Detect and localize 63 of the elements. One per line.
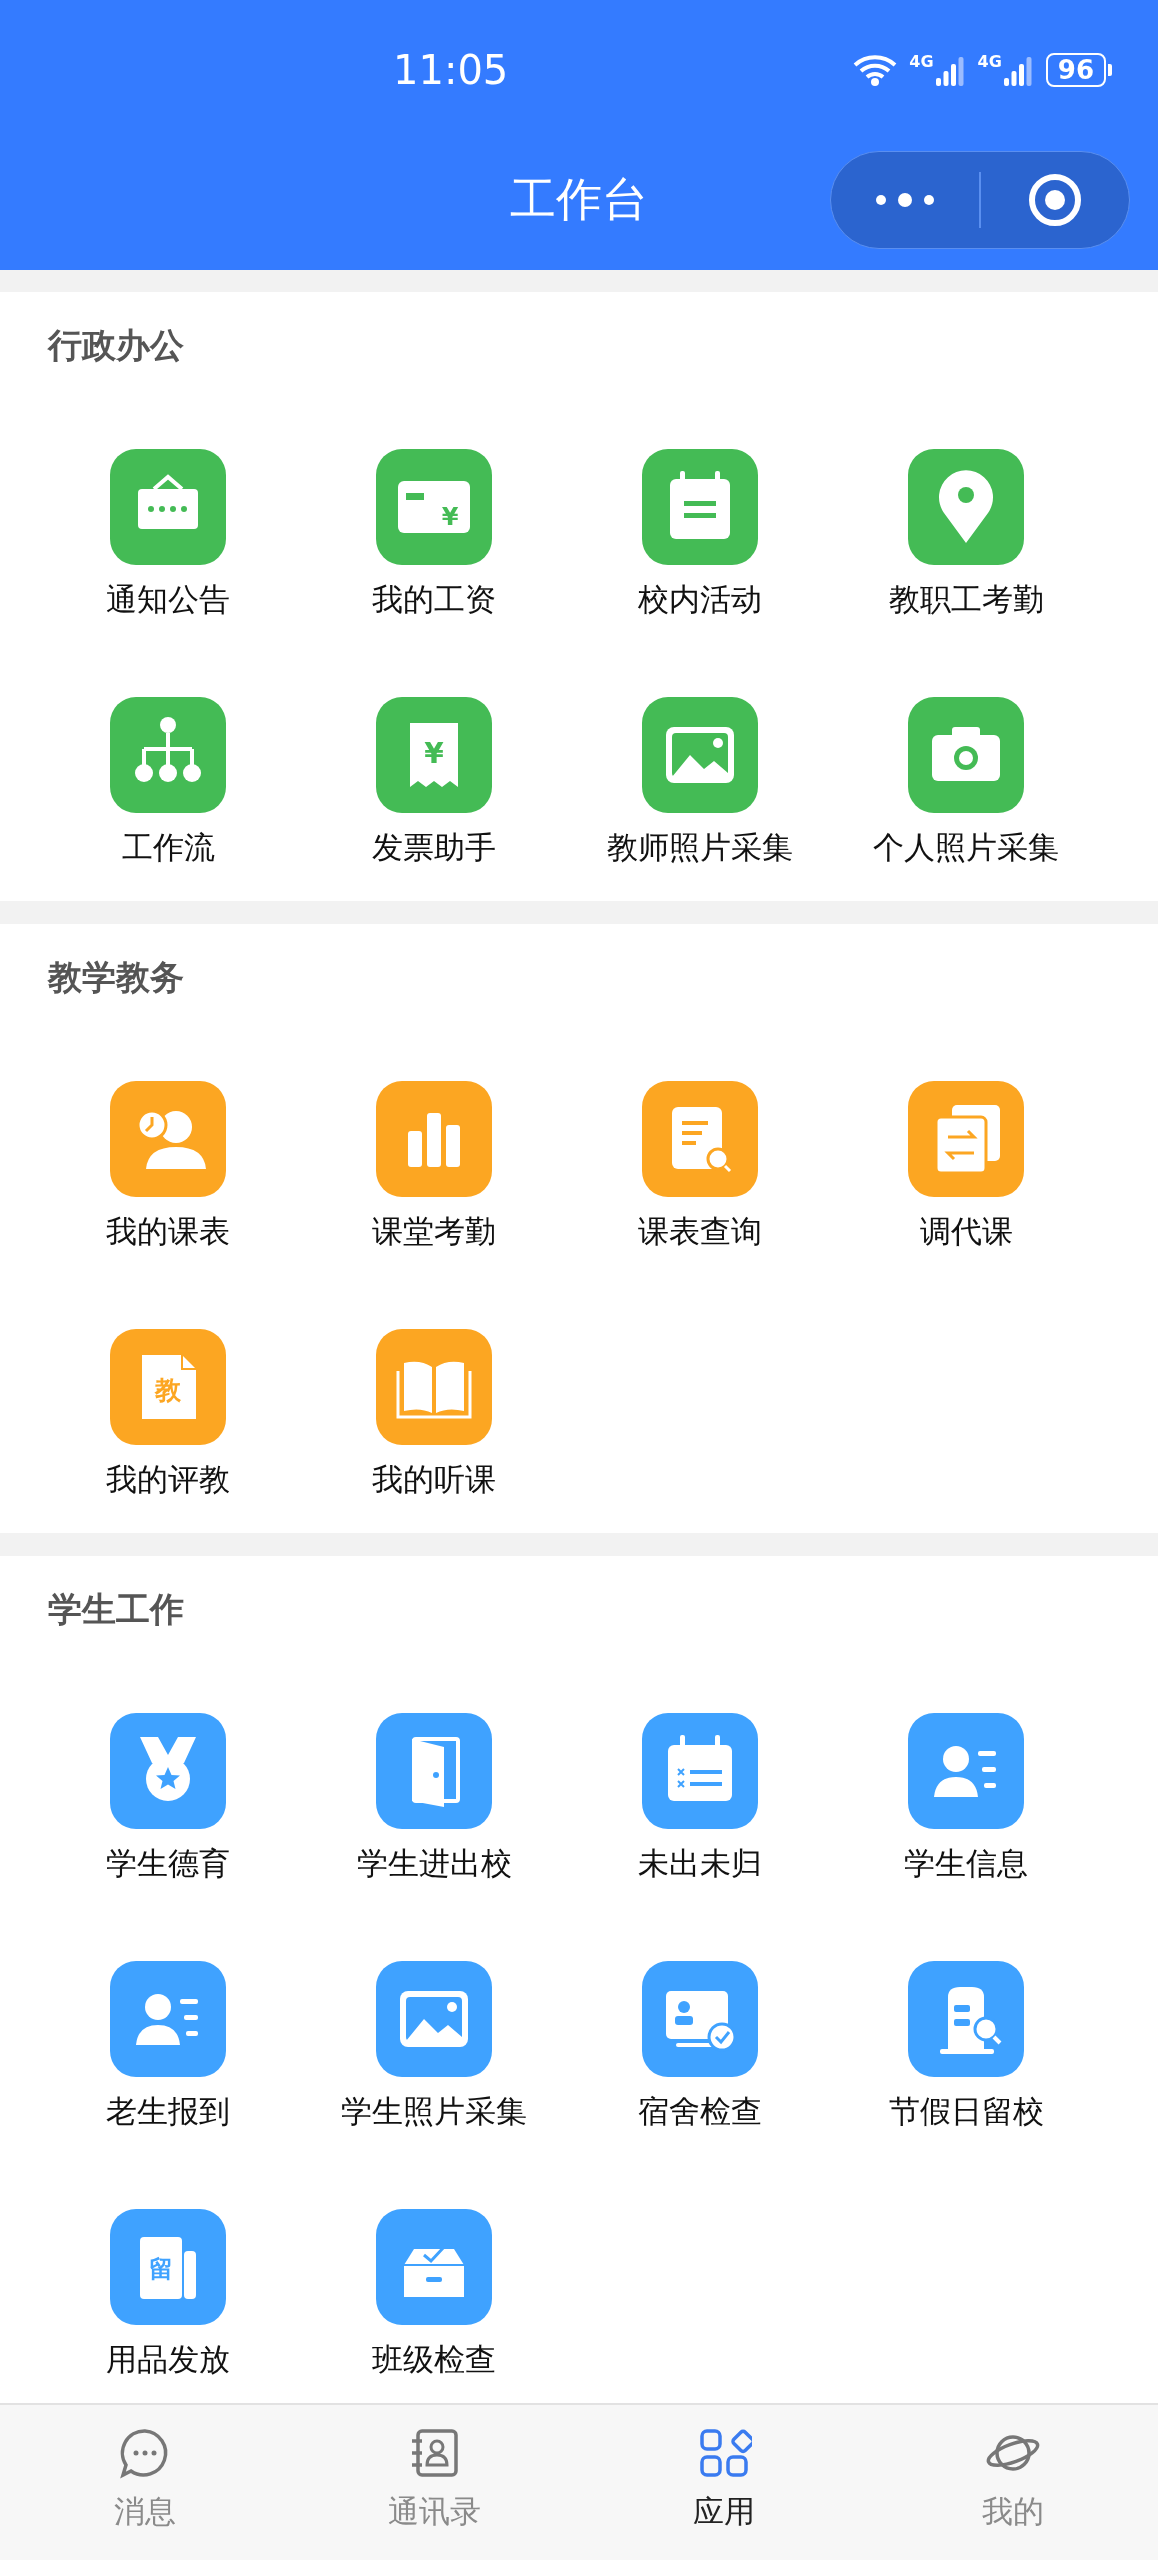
calendar-icon xyxy=(670,471,730,539)
app-button[interactable]: ¥ 发票助手 xyxy=(301,697,567,865)
image-icon xyxy=(666,727,734,783)
app-button[interactable]: 学生信息 xyxy=(833,1713,1099,1881)
door-icon xyxy=(412,1737,460,1807)
app-button[interactable]: 我的听课 xyxy=(301,1329,567,1497)
app-button[interactable]: 课表查询 xyxy=(567,1081,833,1249)
app-button[interactable]: 校内活动 xyxy=(567,449,833,617)
network-type: 4G xyxy=(977,54,1002,70)
app-button[interactable]: 个人照片采集 xyxy=(833,697,1099,865)
bar-chart-icon xyxy=(408,1113,460,1167)
app-button[interactable]: 我的课表 xyxy=(35,1081,301,1249)
section-title: 教学教务 xyxy=(46,956,185,999)
document-icon xyxy=(142,1354,197,1419)
org-chart-icon xyxy=(135,717,201,782)
swap-documents-icon xyxy=(934,1105,1000,1175)
person-icon xyxy=(136,1109,206,1169)
app-button[interactable]: 宿舍检查 xyxy=(567,1961,833,2129)
app-button[interactable]: 节假日留校 xyxy=(833,1961,1099,2129)
receipt-icon xyxy=(410,723,458,787)
status-time: 11:05 xyxy=(393,47,509,93)
signal-icon xyxy=(1003,54,1034,86)
tab-item[interactable]: 应用 xyxy=(579,2405,869,2560)
section-title: 学生工作 xyxy=(47,1588,185,1631)
app-button[interactable]: ¥ 我的工资 xyxy=(301,449,567,617)
app-button[interactable]: 通知公告 xyxy=(35,449,301,617)
target-icon xyxy=(1026,172,1083,228)
app-button[interactable]: 教 我的评教 xyxy=(35,1329,301,1497)
app-button[interactable]: 留 用品发放 xyxy=(35,2209,301,2377)
camera-icon xyxy=(932,727,1000,781)
map-pin-icon xyxy=(939,470,993,543)
app-button[interactable]: 老生报到 xyxy=(35,1961,301,2129)
app-button[interactable]: 工作流 xyxy=(35,697,301,865)
app-button[interactable]: 班级检查 xyxy=(301,2209,567,2377)
app-button[interactable]: 教师照片采集 xyxy=(567,697,833,865)
app-button[interactable]: 教职工考勤 xyxy=(833,449,1099,617)
image-icon xyxy=(400,1991,468,2047)
icon-character: ¥ xyxy=(424,737,444,770)
icon-character: 教 xyxy=(155,1375,181,1405)
document-search-icon xyxy=(672,1107,732,1173)
icon-character: ¥ xyxy=(441,503,459,531)
app-button[interactable]: 学生德育 xyxy=(35,1713,301,1881)
app-button[interactable]: 课堂考勤 xyxy=(301,1081,567,1249)
icon-character: 留 xyxy=(149,2255,173,2283)
signboard-icon xyxy=(138,474,198,529)
card-icon xyxy=(140,2237,196,2299)
book-icon xyxy=(396,1361,472,1419)
contact-card-icon xyxy=(934,1746,996,1797)
section-title: 行政办公 xyxy=(46,324,185,367)
wifi-icon xyxy=(853,53,898,87)
page-title: 工作台 xyxy=(510,171,648,228)
contact-card-icon xyxy=(136,1994,198,2045)
app-button[interactable]: 未出未归 xyxy=(567,1713,833,1881)
building-search-icon xyxy=(940,1987,1002,2054)
medal-icon xyxy=(140,1737,196,1801)
checklist-icon xyxy=(668,1735,732,1801)
app-button[interactable]: 调代课 xyxy=(833,1081,1099,1249)
app-button[interactable]: 学生照片采集 xyxy=(301,1961,567,2129)
card-icon xyxy=(398,481,470,533)
id-card-check-icon xyxy=(666,1991,737,2052)
app-button[interactable]: 学生进出校 xyxy=(301,1713,567,1881)
signal-icon xyxy=(935,54,966,86)
network-type: 4G xyxy=(909,54,934,70)
